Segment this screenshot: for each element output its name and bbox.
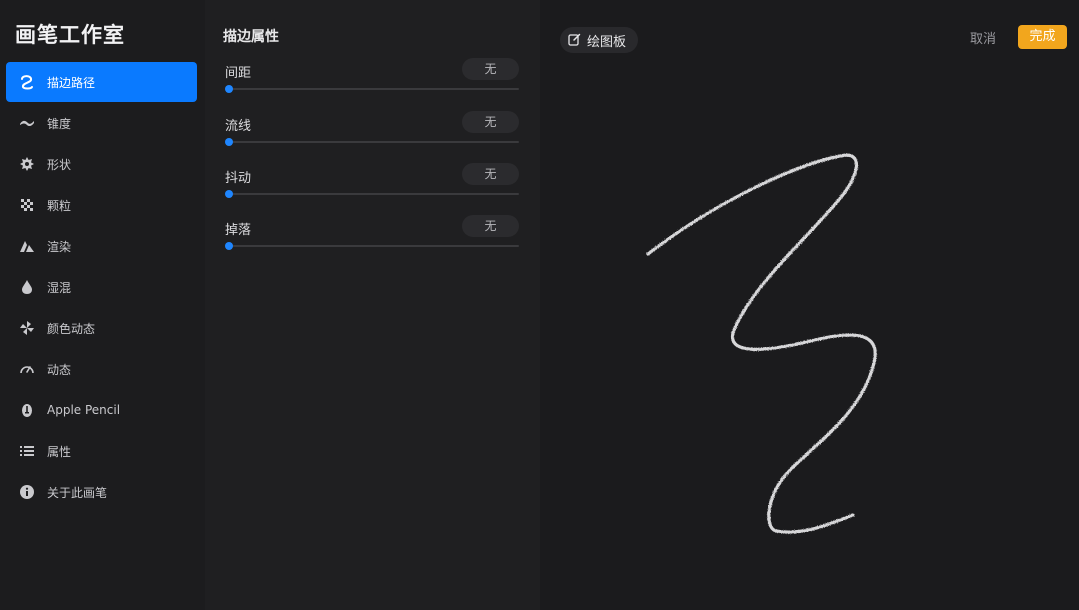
slider-thumb[interactable]: [225, 242, 233, 250]
app-title: 画笔工作室: [15, 23, 125, 47]
setting-label: 掉落: [225, 223, 252, 238]
sidebar-item-label: 动态: [47, 362, 72, 377]
slider-track[interactable]: [228, 193, 519, 195]
properties-icon: [18, 442, 36, 460]
wet-mix-icon: [18, 278, 36, 296]
sidebar-item-properties[interactable]: 属性: [6, 431, 197, 471]
dynamics-icon: [18, 360, 36, 378]
sidebar-item-label: Apple Pencil: [47, 403, 121, 417]
setting-label: 流线: [225, 119, 252, 134]
drawing-pad[interactable]: 绘图板 取消 完成: [540, 0, 1079, 610]
sidebar-item-wet-mix[interactable]: 湿混: [6, 267, 197, 307]
slider-track[interactable]: [228, 88, 519, 90]
slider-thumb[interactable]: [225, 85, 233, 93]
sidebar-item-rendering[interactable]: 渲染: [6, 226, 197, 266]
edit-icon: [568, 31, 581, 50]
setting-label: 间距: [225, 66, 252, 81]
rendering-icon: [18, 237, 36, 255]
sidebar-item-label: 属性: [47, 444, 72, 459]
sidebar-item-label: 描边路径: [47, 75, 96, 90]
sidebar-item-stroke-path[interactable]: 描边路径: [6, 62, 197, 102]
sidebar-item-dynamics[interactable]: 动态: [6, 349, 197, 389]
sidebar-item-label: 颜色动态: [47, 321, 96, 336]
sidebar-item-label: 渲染: [47, 239, 72, 254]
brush-stroke: [646, 153, 877, 534]
setting-label: 抖动: [225, 171, 252, 186]
slider-thumb[interactable]: [225, 190, 233, 198]
panel-title: 描边属性: [223, 29, 279, 45]
drawing-pad-label: 绘图板: [587, 34, 627, 50]
grain-icon: [18, 196, 36, 214]
slider-thumb[interactable]: [225, 138, 233, 146]
stroke-preview[interactable]: [540, 0, 1079, 610]
sidebar-item-label: 形状: [47, 157, 72, 172]
brush-studio-app: 画笔工作室 描边路径 锥度 形状 颗粒 渲染 湿混 颜色动态 动态 Apple …: [0, 0, 1079, 610]
about-icon: [18, 483, 36, 501]
sidebar-item-label: 锥度: [47, 116, 72, 131]
apple-pencil-icon: [18, 401, 36, 419]
sidebar-item-apple-pencil[interactable]: Apple Pencil: [6, 390, 197, 430]
cancel-button[interactable]: 取消: [970, 28, 996, 47]
sidebar-item-label: 湿混: [47, 280, 72, 295]
sidebar-item-taper[interactable]: 锥度: [6, 103, 197, 143]
sidebar-item-about[interactable]: 关于此画笔: [6, 472, 197, 512]
done-button[interactable]: 完成: [1018, 25, 1067, 49]
sidebar-item-label: 关于此画笔: [47, 485, 108, 500]
setting-value[interactable]: 无: [462, 215, 519, 237]
slider-track[interactable]: [228, 245, 519, 247]
sidebar-item-shape[interactable]: 形状: [6, 144, 197, 184]
setting-value[interactable]: 无: [462, 58, 519, 80]
setting-value[interactable]: 无: [462, 163, 519, 185]
stroke-path-icon: [18, 73, 36, 91]
shape-icon: [18, 155, 36, 173]
setting-streamline: 流线 无: [225, 111, 519, 159]
color-dynamics-icon: [18, 319, 36, 337]
setting-jitter: 抖动 无: [225, 163, 519, 211]
setting-value[interactable]: 无: [462, 111, 519, 133]
setting-spacing: 间距 无: [225, 58, 519, 106]
taper-icon: [18, 114, 36, 132]
sidebar-item-grain[interactable]: 颗粒: [6, 185, 197, 225]
drawing-pad-button[interactable]: 绘图板: [560, 27, 639, 53]
slider-track[interactable]: [228, 141, 519, 143]
sidebar-item-label: 颗粒: [47, 198, 72, 213]
setting-falloff: 掉落 无: [225, 215, 519, 263]
sidebar: 画笔工作室 描边路径 锥度 形状 颗粒 渲染 湿混 颜色动态 动态 Apple …: [0, 0, 205, 610]
sidebar-item-color-dynamics[interactable]: 颜色动态: [6, 308, 197, 348]
stroke-properties-panel: 描边属性 间距 无 流线 无 抖动 无 掉落 无: [205, 0, 540, 610]
